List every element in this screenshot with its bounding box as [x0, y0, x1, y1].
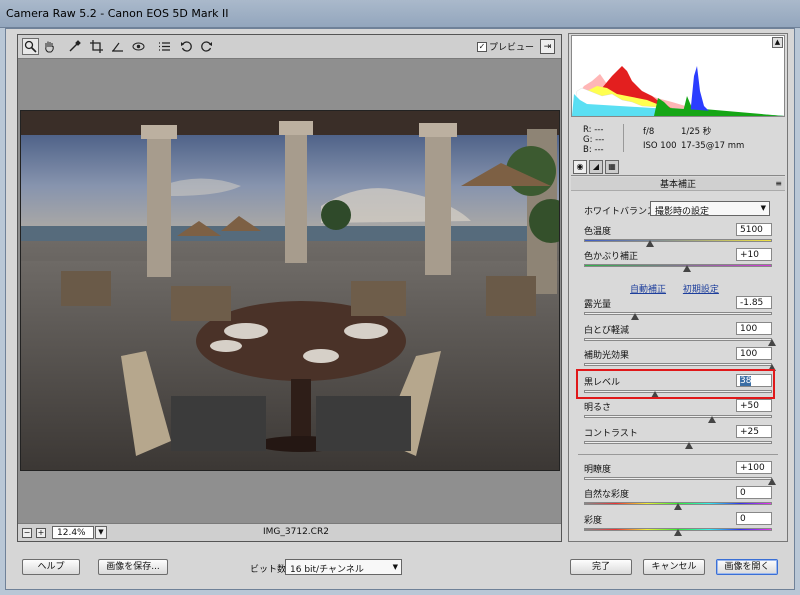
done-button[interactable]: 完了 — [570, 559, 632, 575]
zoom-dropdown-icon[interactable]: ▼ — [95, 526, 107, 539]
clarity-thumb[interactable] — [768, 478, 776, 485]
auto-default-links: 自動補正 初期設定 — [630, 282, 733, 295]
slider-brightness[interactable]: 明るさ +50 — [584, 399, 772, 424]
window-title: Camera Raw 5.2 - Canon EOS 5D Mark II — [6, 7, 229, 20]
preview-label: プレビュー — [489, 43, 535, 53]
cancel-button[interactable]: キャンセル — [643, 559, 705, 575]
chevron-down-icon: ▼ — [392, 563, 398, 571]
recovery-label: 白とび軽減 — [584, 326, 630, 336]
contrast-track[interactable] — [584, 441, 772, 444]
slider-vibrance[interactable]: 自然な彩度 0 — [584, 486, 772, 511]
tint-value[interactable]: +10 — [736, 248, 772, 261]
panel-controls: ホワイトバランス： 撮影時の設定 ▼ 色温度 5100 色かぶり補正 +10 自… — [568, 33, 788, 542]
slider-exposure[interactable]: 露光量 -1.85 — [584, 296, 772, 321]
fill-light-label: 補助光効果 — [584, 351, 630, 361]
temperature-label: 色温度 — [584, 227, 612, 237]
slider-saturation[interactable]: 彩度 0 — [584, 512, 772, 537]
title-bar: Camera Raw 5.2 - Canon EOS 5D Mark II — [0, 0, 800, 28]
clarity-value[interactable]: +100 — [736, 461, 772, 474]
brightness-label: 明るさ — [584, 403, 612, 413]
status-bar: − + 12.4% ▼ IMG_3712.CR2 — [18, 523, 561, 541]
preview-area: ✓ プレビュー ⇥ − + 12.4% ▼ IMG_3712.CR2 — [17, 34, 562, 542]
red-eye-icon[interactable] — [130, 38, 147, 55]
exposure-track[interactable] — [584, 312, 772, 315]
straighten-icon[interactable] — [109, 38, 126, 55]
tint-thumb[interactable] — [683, 265, 692, 272]
hand-icon[interactable] — [41, 38, 58, 55]
tint-label: 色かぶり補正 — [584, 252, 639, 262]
default-link[interactable]: 初期設定 — [683, 285, 719, 295]
slider-contrast[interactable]: コントラスト +25 — [584, 425, 772, 450]
file-name: IMG_3712.CR2 — [263, 527, 329, 537]
brightness-thumb[interactable] — [707, 416, 716, 423]
tool-bar: ✓ プレビュー ⇥ — [18, 35, 561, 59]
recovery-value[interactable]: 100 — [736, 322, 772, 335]
eyedropper-icon[interactable] — [66, 38, 83, 55]
auto-link[interactable]: 自動補正 — [630, 285, 666, 295]
exposure-label: 露光量 — [584, 300, 612, 310]
brightness-track[interactable] — [584, 415, 772, 418]
panel-separator — [578, 454, 778, 455]
slider-temperature[interactable]: 色温度 5100 — [584, 223, 772, 248]
brightness-value[interactable]: +50 — [736, 399, 772, 412]
tint-track[interactable] — [584, 264, 772, 267]
slider-recovery[interactable]: 白とび軽減 100 — [584, 322, 776, 347]
slider-clarity[interactable]: 明瞭度 +100 — [584, 461, 776, 486]
chevron-down-icon: ▼ — [760, 204, 766, 212]
saturation-value[interactable]: 0 — [736, 512, 772, 525]
temperature-value[interactable]: 5100 — [736, 223, 772, 236]
clarity-track[interactable] — [584, 477, 772, 480]
saturation-label: 彩度 — [584, 516, 603, 526]
preview-toggle[interactable]: ✓ プレビュー — [477, 40, 534, 53]
vibrance-value[interactable]: 0 — [736, 486, 772, 499]
temperature-thumb[interactable] — [645, 240, 654, 247]
zoom-icon[interactable] — [22, 38, 39, 55]
contrast-value[interactable]: +25 — [736, 425, 772, 438]
vibrance-thumb[interactable] — [674, 503, 682, 510]
photo-preview — [20, 110, 560, 471]
help-button[interactable]: ヘルプ — [22, 559, 80, 575]
fullscreen-icon[interactable]: ⇥ — [540, 39, 555, 54]
temperature-track[interactable] — [584, 239, 772, 242]
highlight-box — [576, 369, 775, 399]
open-image-button[interactable]: 画像を開く — [716, 559, 778, 575]
fill-light-track[interactable] — [584, 363, 772, 366]
white-balance-value: 撮影時の設定 — [655, 207, 710, 217]
rotate-left-icon[interactable] — [178, 38, 195, 55]
bit-depth-select[interactable]: 16 bit/チャンネル ▼ — [285, 559, 402, 575]
clarity-label: 明瞭度 — [584, 465, 612, 475]
bit-depth-value: 16 bit/チャンネル — [290, 565, 364, 575]
slider-tint[interactable]: 色かぶり補正 +10 — [584, 248, 772, 273]
contrast-thumb[interactable] — [685, 442, 694, 449]
white-balance-select[interactable]: 撮影時の設定 ▼ — [650, 201, 770, 217]
fill-light-value[interactable]: 100 — [736, 347, 772, 360]
save-image-button[interactable]: 画像を保存... — [98, 559, 168, 575]
exposure-thumb[interactable] — [630, 313, 639, 320]
crop-icon[interactable] — [88, 38, 105, 55]
exposure-value[interactable]: -1.85 — [736, 296, 772, 309]
vibrance-label: 自然な彩度 — [584, 490, 630, 500]
rotate-right-icon[interactable] — [198, 38, 215, 55]
contrast-label: コントラスト — [584, 429, 638, 439]
zoom-in-button[interactable]: + — [36, 528, 46, 538]
zoom-out-button[interactable]: − — [22, 528, 32, 538]
zoom-level-field[interactable]: 12.4% — [52, 526, 94, 539]
preferences-icon[interactable] — [156, 38, 173, 55]
recovery-thumb[interactable] — [768, 339, 776, 346]
saturation-thumb[interactable] — [674, 529, 682, 536]
preview-checkbox[interactable]: ✓ — [477, 41, 487, 52]
recovery-track[interactable] — [584, 338, 772, 341]
